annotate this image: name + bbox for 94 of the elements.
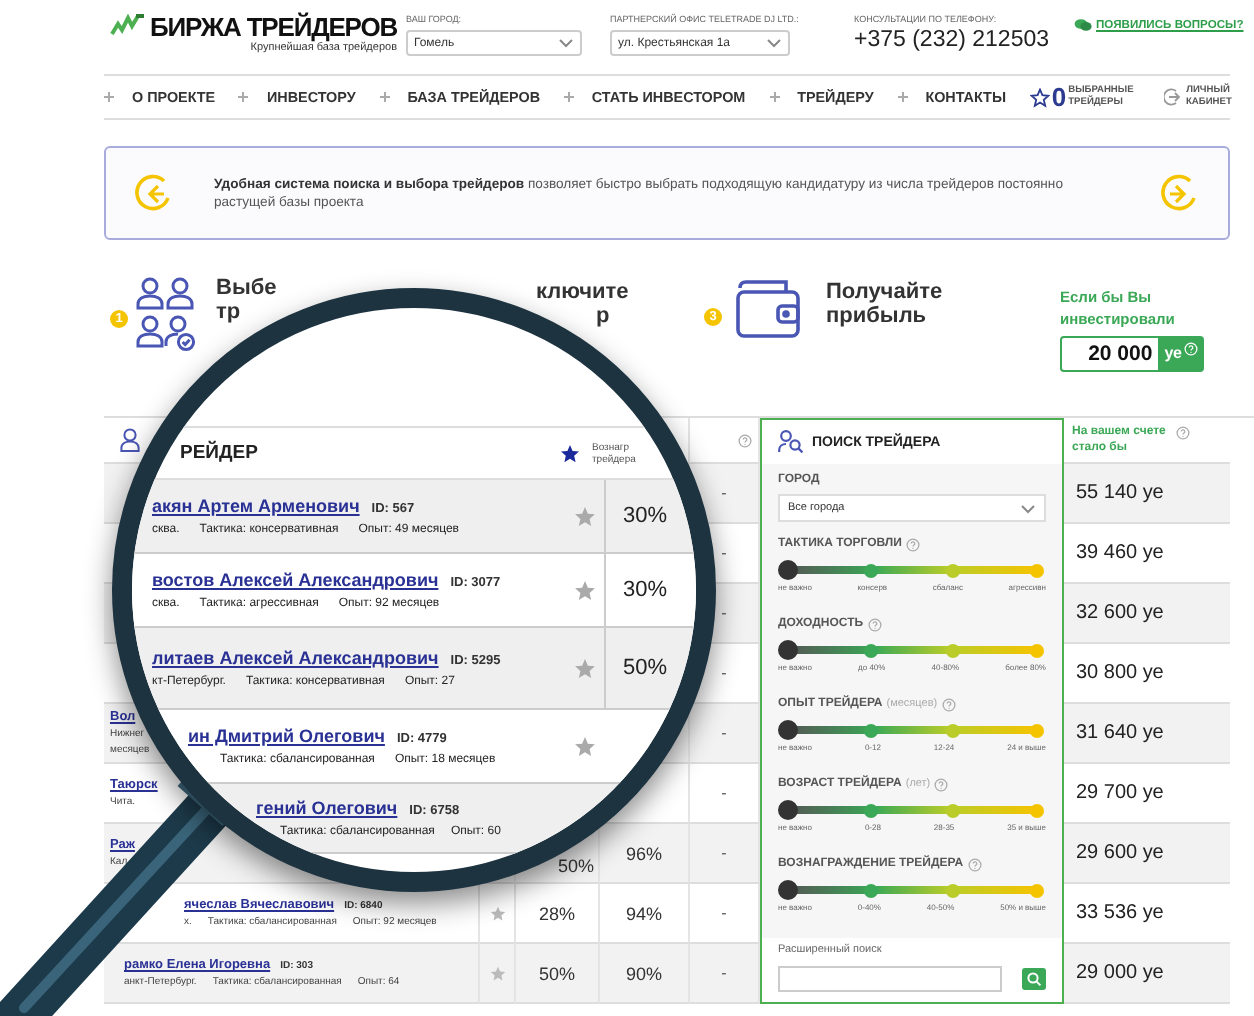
slider-thumb[interactable] [778, 800, 798, 820]
table-cell: 32 600 уе [1064, 584, 1230, 644]
slider-stop [1029, 803, 1043, 817]
info-icon [905, 537, 920, 551]
plus-icon [379, 92, 390, 102]
info-icon [1176, 426, 1190, 440]
favorites-count: 0 [1051, 84, 1067, 110]
info-icon [738, 433, 752, 447]
amount-value: 20 000 [1086, 340, 1155, 370]
slider-thumb[interactable] [778, 880, 798, 900]
slider-stop [1029, 883, 1043, 897]
slider-stop [863, 803, 878, 817]
plus-icon [238, 92, 249, 102]
slider-stop [946, 883, 961, 897]
star-icon[interactable] [489, 905, 505, 921]
table-cell: 50% [604, 628, 684, 708]
slider-thumb[interactable] [778, 640, 798, 660]
chat-icon [1074, 18, 1092, 32]
table-cell: 29 600 уе [1064, 824, 1230, 884]
step-title: Получайте [826, 280, 943, 304]
trader-name-link[interactable]: акян Артем Арменович [152, 496, 360, 516]
login-icon[interactable] [1164, 88, 1182, 106]
star-icon[interactable] [489, 965, 505, 981]
table-cell: 96% [600, 824, 690, 884]
slider-stop [946, 723, 961, 737]
slider-stop [946, 803, 961, 817]
phone-number: +375 (232) 212503 [854, 26, 1052, 56]
plus-icon [563, 92, 574, 102]
info-icon [934, 777, 949, 791]
trader-name-link[interactable]: литаев Алексей Александрович [152, 648, 439, 668]
slider-track[interactable] [778, 560, 1046, 580]
star-icon[interactable] [573, 505, 595, 527]
slider-stop [946, 563, 961, 577]
plus-icon [104, 92, 114, 102]
logo-title: БИРЖА ТРЕЙДЕРОВ [150, 14, 397, 42]
table-cell: 31 640 уе [1064, 704, 1230, 764]
search-field[interactable] [778, 966, 1002, 992]
search-button[interactable] [1022, 968, 1046, 990]
info-icon [967, 857, 982, 871]
star-icon[interactable] [573, 735, 595, 757]
slider-thumb[interactable] [778, 720, 798, 740]
slider-track[interactable] [778, 880, 1046, 900]
slider-stop [1029, 563, 1043, 577]
user-search-icon [778, 430, 804, 454]
table-cell: 28% [516, 884, 600, 944]
column-header: РЕЙДЕР [180, 442, 260, 464]
plus-icon [769, 92, 780, 102]
caret-icon [558, 38, 574, 48]
caret-icon [766, 38, 782, 48]
wallet-icon [734, 280, 802, 340]
info-icon [1184, 342, 1198, 356]
people-icon [136, 276, 196, 352]
table-cell: - [690, 944, 760, 1004]
slider-stop [863, 723, 878, 737]
step-title: тр [216, 300, 243, 324]
table-cell: 29 000 уе [1064, 944, 1230, 1004]
logo-icon[interactable] [110, 14, 146, 36]
plus-icon [897, 92, 908, 102]
star-icon [560, 443, 580, 463]
table-cell: 30% [604, 480, 684, 552]
amount-field[interactable]: 20 000 уе [1060, 336, 1204, 372]
slider-track[interactable] [778, 800, 1046, 820]
step-title: ключите [536, 280, 629, 304]
trader-name-link[interactable]: ин Дмитрий Олегович [188, 726, 385, 746]
slider-stop [946, 643, 961, 657]
info-icon [867, 617, 882, 631]
slider-track[interactable] [778, 640, 1046, 660]
slider-stop [863, 563, 878, 577]
table-cell: 50% [516, 944, 600, 1004]
slider-thumb[interactable] [778, 560, 798, 580]
trader-name-link[interactable]: востов Алексей Александрович [152, 570, 439, 590]
slider-stop [863, 643, 878, 657]
slider-stop [1029, 643, 1043, 657]
table-cell: 94% [600, 884, 690, 944]
table-cell: 55 140 уе [1064, 464, 1230, 524]
slider-stop [863, 883, 878, 897]
slider-track[interactable] [778, 720, 1046, 740]
table-cell: 90% [600, 944, 690, 1004]
table-cell: 30% [604, 554, 684, 626]
slider-stop [1029, 723, 1043, 737]
star-icon[interactable] [573, 579, 595, 601]
star-icon[interactable] [573, 657, 595, 679]
currency-label: уе [1164, 342, 1182, 366]
step-title: прибыль [826, 304, 929, 328]
star-outline-icon[interactable] [1029, 87, 1050, 107]
table-cell: - [690, 824, 760, 884]
trader-name-link[interactable]: гений Олегович [256, 798, 398, 818]
table-cell: - [690, 884, 760, 944]
person-icon [120, 428, 140, 452]
caret-icon [1020, 503, 1036, 513]
step-title: р [594, 304, 612, 328]
table-cell: - [690, 704, 760, 764]
step-title: Выбе [216, 276, 277, 300]
info-icon [941, 697, 956, 711]
